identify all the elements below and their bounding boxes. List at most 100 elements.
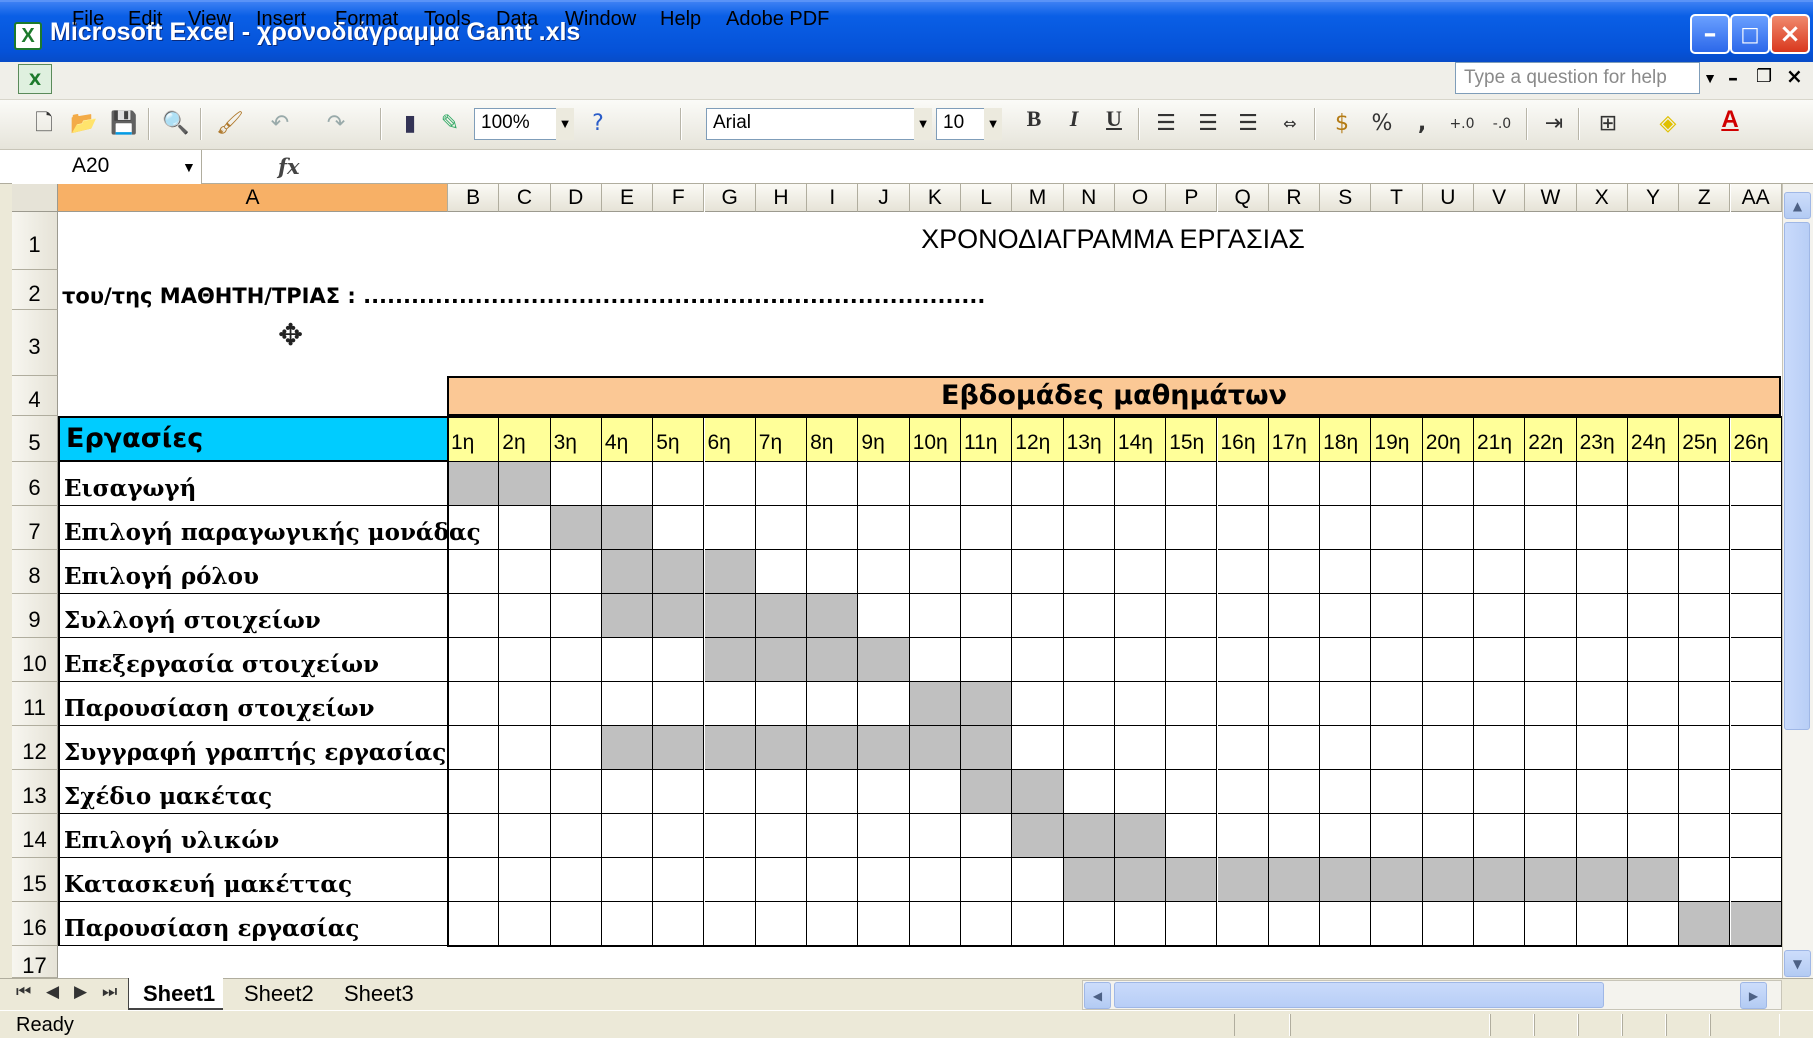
column-header-k[interactable]: K — [909, 184, 961, 212]
week-label[interactable]: 20η — [1422, 416, 1474, 462]
gantt-cell[interactable] — [653, 770, 705, 814]
gantt-cell-filled[interactable] — [961, 682, 1013, 726]
undo-icon[interactable]: ↶ — [262, 106, 298, 142]
menu-view[interactable]: View — [188, 8, 231, 31]
gantt-cell[interactable] — [1320, 682, 1372, 726]
gantt-cell[interactable] — [858, 506, 910, 550]
gantt-cell[interactable] — [653, 682, 705, 726]
gantt-cell[interactable] — [1217, 814, 1269, 858]
week-label[interactable]: 9η — [858, 416, 910, 462]
task-name[interactable]: Παρουσίαση εργασίας — [58, 902, 448, 946]
gantt-cell[interactable] — [1320, 506, 1372, 550]
gantt-cell[interactable] — [1268, 682, 1321, 726]
gantt-cell[interactable] — [1114, 638, 1167, 682]
gantt-cell[interactable] — [1525, 814, 1577, 858]
gantt-cell[interactable] — [1320, 462, 1372, 506]
gantt-cell[interactable] — [1063, 902, 1115, 946]
gantt-cell-filled[interactable] — [1679, 902, 1731, 946]
help-dropdown-icon[interactable]: ▼ — [1700, 62, 1720, 94]
gantt-cell[interactable] — [1679, 858, 1731, 902]
gantt-cell[interactable] — [961, 594, 1013, 638]
gantt-cell[interactable] — [1474, 550, 1526, 594]
gantt-cell[interactable] — [1268, 462, 1321, 506]
gantt-cell[interactable] — [1679, 638, 1731, 682]
gantt-cell[interactable] — [1320, 638, 1372, 682]
gantt-cell[interactable] — [1063, 594, 1115, 638]
gantt-cell[interactable] — [1576, 770, 1628, 814]
gantt-cell[interactable] — [909, 902, 961, 946]
week-label[interactable]: 19η — [1371, 416, 1423, 462]
gantt-cell[interactable] — [1679, 682, 1731, 726]
row-header-7[interactable]: 7 — [12, 506, 58, 550]
gantt-cell[interactable] — [1679, 462, 1731, 506]
gantt-cell[interactable] — [448, 506, 500, 550]
gantt-cell[interactable] — [448, 550, 500, 594]
tab-sheet3[interactable]: Sheet3 — [330, 978, 422, 1010]
gantt-cell[interactable] — [1217, 638, 1269, 682]
week-label[interactable]: 8η — [807, 416, 859, 462]
gantt-cell[interactable] — [1217, 594, 1269, 638]
gantt-cell-filled[interactable] — [1012, 770, 1064, 814]
select-all-corner[interactable] — [12, 184, 58, 212]
gantt-cell[interactable] — [1166, 638, 1218, 682]
gantt-cell-filled[interactable] — [1063, 814, 1115, 858]
gantt-cell[interactable] — [1679, 506, 1731, 550]
gantt-cell[interactable] — [448, 814, 500, 858]
gantt-cell[interactable] — [1217, 550, 1269, 594]
gantt-cell[interactable] — [653, 902, 705, 946]
gantt-cell[interactable] — [1063, 638, 1115, 682]
gantt-cell[interactable] — [1525, 682, 1577, 726]
align-center-icon[interactable]: ☰ — [1190, 106, 1226, 142]
column-header-g[interactable]: G — [704, 184, 756, 212]
percent-button[interactable]: % — [1364, 106, 1400, 142]
gantt-cell-filled[interactable] — [653, 550, 705, 594]
menu-tools[interactable]: Tools — [424, 8, 471, 31]
gantt-cell[interactable] — [807, 506, 859, 550]
gantt-cell[interactable] — [1063, 770, 1115, 814]
gantt-cell[interactable] — [1525, 770, 1577, 814]
gantt-cell[interactable] — [704, 462, 756, 506]
column-header-o[interactable]: O — [1114, 184, 1167, 212]
indent-icon[interactable]: ⇥ — [1536, 106, 1572, 142]
first-sheet-icon[interactable]: ⏮ — [16, 982, 31, 1002]
gantt-cell-filled[interactable] — [1166, 858, 1218, 902]
gantt-cell[interactable] — [1371, 594, 1423, 638]
gantt-cell[interactable] — [499, 638, 551, 682]
gantt-cell-filled[interactable] — [1422, 858, 1474, 902]
gantt-cell[interactable] — [1679, 726, 1731, 770]
gantt-cell[interactable] — [858, 594, 910, 638]
gantt-cell[interactable] — [1166, 594, 1218, 638]
gantt-cell[interactable] — [807, 682, 859, 726]
gantt-cell[interactable] — [1525, 594, 1577, 638]
gantt-cell[interactable] — [1217, 770, 1269, 814]
gantt-cell[interactable] — [1576, 594, 1628, 638]
task-name[interactable]: Σχέδιο μακέτας — [58, 770, 448, 814]
next-sheet-icon[interactable]: ▶ — [74, 982, 87, 1002]
gantt-cell[interactable] — [1474, 638, 1526, 682]
gantt-cell[interactable] — [858, 814, 910, 858]
close-icon[interactable]: × — [1770, 14, 1810, 54]
gantt-cell[interactable] — [601, 814, 654, 858]
gantt-cell[interactable] — [1627, 902, 1680, 946]
week-label[interactable]: 15η — [1166, 416, 1218, 462]
week-label[interactable]: 6η — [704, 416, 756, 462]
task-name[interactable]: Εισαγωγή — [58, 462, 448, 506]
gantt-cell[interactable] — [1371, 902, 1423, 946]
gantt-cell[interactable] — [1627, 814, 1680, 858]
gantt-cell-filled[interactable] — [1730, 902, 1782, 946]
gantt-cell[interactable] — [807, 902, 859, 946]
gantt-cell[interactable] — [909, 770, 961, 814]
gantt-cell[interactable] — [1114, 726, 1167, 770]
gantt-cell-filled[interactable] — [755, 594, 808, 638]
gantt-cell-filled[interactable] — [1268, 858, 1321, 902]
gantt-cell[interactable] — [909, 506, 961, 550]
gantt-cell[interactable] — [704, 682, 756, 726]
gantt-cell[interactable] — [1114, 902, 1167, 946]
gantt-cell[interactable] — [499, 506, 551, 550]
comma-button[interactable]: , — [1404, 106, 1440, 142]
gantt-cell[interactable] — [1730, 682, 1782, 726]
week-label[interactable]: 3η — [550, 416, 602, 462]
gantt-cell[interactable] — [704, 814, 756, 858]
column-header-m[interactable]: M — [1012, 184, 1064, 212]
gantt-cell[interactable] — [1576, 506, 1628, 550]
